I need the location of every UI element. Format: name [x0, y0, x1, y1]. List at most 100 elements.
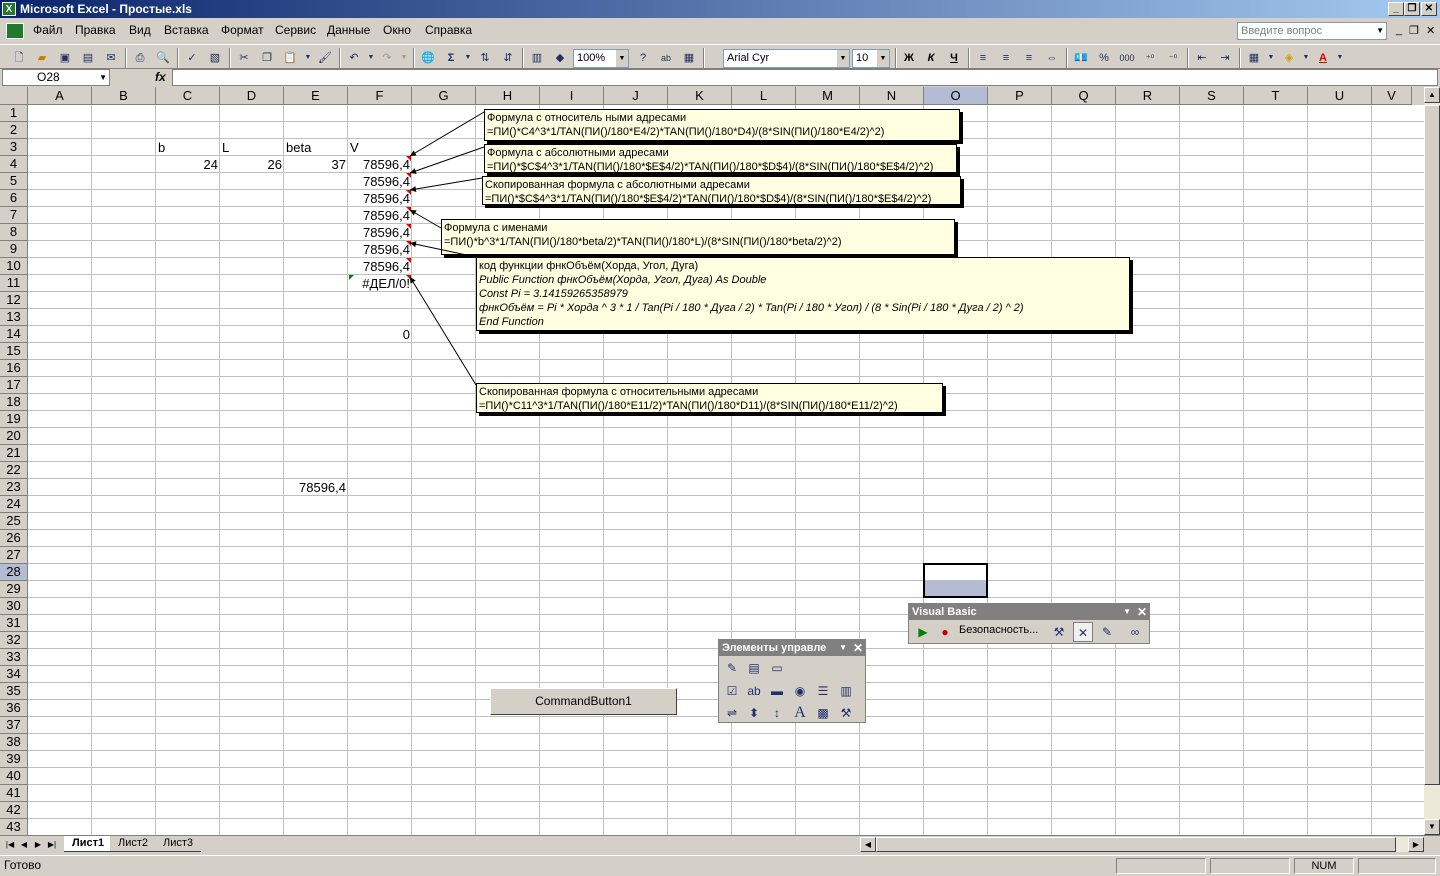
chevron-down-icon[interactable]: ▼	[395, 49, 413, 67]
underline-button[interactable]: Ч	[945, 49, 963, 67]
row-header-25[interactable]: 25	[0, 513, 28, 530]
control-toolbox-icon[interactable]: ✕	[1073, 622, 1093, 642]
row-header-5[interactable]: 5	[0, 173, 28, 190]
vertical-scrollbar[interactable]: ▲ ▼	[1424, 87, 1440, 835]
prev-sheet-icon[interactable]: ◀	[18, 838, 30, 852]
row-header-6[interactable]: 6	[0, 190, 28, 207]
doc-restore-icon[interactable]: ❐	[1409, 24, 1419, 37]
cell-comment[interactable]: Формула с именами =ПИ()*b^3*1/TAN(ПИ()/18…	[441, 219, 955, 255]
percent-button[interactable]: %	[1095, 49, 1113, 67]
cell-f9[interactable]: 78596,4	[350, 241, 410, 258]
column-header-r[interactable]: R	[1116, 87, 1180, 105]
row-header-27[interactable]: 27	[0, 547, 28, 564]
visual-basic-toolbar[interactable]: Visual Basic ▼ ✕ ▶ ● Безопасность... ⚒ ✕ ✎ ∞	[908, 603, 1150, 644]
italic-button[interactable]: К	[922, 49, 940, 67]
thousands-button[interactable]: 000	[1118, 49, 1136, 67]
row-header-36[interactable]: 36	[0, 700, 28, 717]
paste-icon[interactable]: 📋	[281, 49, 299, 67]
row-header-33[interactable]: 33	[0, 649, 28, 666]
row-header-3[interactable]: 3	[0, 139, 28, 156]
align-right-icon[interactable]: ≡	[1020, 49, 1038, 67]
scroll-right-icon[interactable]: ▶	[1408, 837, 1424, 852]
row-header-7[interactable]: 7	[0, 207, 28, 224]
image-control-icon[interactable]: ▩	[813, 703, 833, 723]
cell-comment[interactable]: Формула с относитель ными адресами =ПИ()*…	[484, 109, 960, 141]
row-header-29[interactable]: 29	[0, 581, 28, 598]
chevron-down-icon[interactable]: ▼	[99, 70, 107, 85]
option-button-control-icon[interactable]: ◉	[790, 681, 810, 701]
combobox-control-icon[interactable]: ▥	[836, 681, 856, 701]
column-header-l[interactable]: L	[732, 87, 796, 105]
column-header-q[interactable]: Q	[1052, 87, 1116, 105]
scroll-up-icon[interactable]: ▲	[1424, 87, 1440, 103]
cell-f5[interactable]: 78596,4	[350, 173, 410, 190]
doc-close-icon[interactable]: ✕	[1426, 24, 1435, 37]
formula-input[interactable]	[172, 69, 1438, 86]
cell-e23[interactable]: 78596,4	[286, 479, 346, 496]
checkbox-control-icon[interactable]: ☑	[722, 681, 742, 701]
sort-descending-icon[interactable]: ⇵	[499, 49, 517, 67]
row-header-32[interactable]: 32	[0, 632, 28, 649]
scrollbar-control-icon[interactable]: ↕	[767, 703, 787, 723]
row-header-18[interactable]: 18	[0, 394, 28, 411]
cell-e4[interactable]: 37	[286, 156, 346, 173]
merge-center-icon[interactable]: ⇔	[1043, 49, 1061, 67]
fill-color-icon[interactable]: ◈	[1280, 49, 1298, 67]
menu-help[interactable]: Справка	[425, 23, 472, 37]
row-header-14[interactable]: 14	[0, 326, 28, 343]
row-header-11[interactable]: 11	[0, 275, 28, 292]
drawing-icon[interactable]: ◆	[551, 49, 569, 67]
select-all-corner[interactable]	[0, 87, 28, 105]
row-header-16[interactable]: 16	[0, 360, 28, 377]
cell-comment[interactable]: Формула с абсолютными адресами =ПИ()*$C$4…	[484, 144, 957, 173]
sheet-tab-3[interactable]: Лист3	[155, 836, 202, 852]
listbox-control-icon[interactable]: ☰	[813, 681, 833, 701]
more-controls-icon[interactable]: ⚒	[836, 703, 856, 723]
cell-comment[interactable]: Скопированная формула с абсолютными адре…	[482, 176, 961, 205]
cell-f7[interactable]: 78596,4	[350, 207, 410, 224]
row-header-24[interactable]: 24	[0, 496, 28, 513]
print-icon[interactable]: ⎙	[131, 49, 149, 67]
column-header-e[interactable]: E	[284, 87, 348, 105]
row-header-21[interactable]: 21	[0, 445, 28, 462]
currency-icon[interactable]: 💶	[1072, 49, 1090, 67]
close-icon[interactable]: ✕	[853, 640, 863, 656]
cell-f14[interactable]: 0	[350, 326, 410, 343]
record-macro-icon[interactable]: ●	[935, 622, 955, 642]
menu-insert[interactable]: Вставка	[164, 23, 209, 37]
chevron-down-icon[interactable]: ▼	[1262, 49, 1280, 67]
research-icon[interactable]: ▧	[206, 49, 224, 67]
security-button[interactable]: Безопасность...	[959, 624, 1038, 636]
email-icon[interactable]: ✉	[102, 49, 120, 67]
column-header-h[interactable]: H	[476, 87, 540, 105]
menu-file[interactable]: Файл	[33, 23, 63, 37]
row-header-37[interactable]: 37	[0, 717, 28, 734]
name-box[interactable]: O28 ▼	[2, 69, 110, 86]
column-header-a[interactable]: A	[28, 87, 92, 105]
help-icon[interactable]: ?	[634, 49, 652, 67]
cut-icon[interactable]: ✂	[235, 49, 253, 67]
cell-d4[interactable]: 26	[222, 156, 282, 173]
column-header-t[interactable]: T	[1244, 87, 1308, 105]
chevron-down-icon[interactable]: ▼	[1297, 49, 1315, 67]
column-header-m[interactable]: M	[796, 87, 860, 105]
row-header-22[interactable]: 22	[0, 462, 28, 479]
cell-area[interactable]: b Lbeta V 24 26 37 78596,4 78596,4 78596,4 78596,…	[28, 105, 1424, 835]
sheet-tab-2[interactable]: Лист2	[110, 836, 157, 852]
run-macro-icon[interactable]: ▶	[913, 622, 933, 642]
row-header-35[interactable]: 35	[0, 683, 28, 700]
design-mode-icon[interactable]: ✎	[1097, 622, 1117, 642]
column-header-c[interactable]: C	[156, 87, 220, 105]
column-header-i[interactable]: I	[540, 87, 604, 105]
doc-minimize-icon[interactable]: _	[1396, 24, 1402, 36]
cell-f11[interactable]: #ДЕЛ/0!	[350, 275, 410, 292]
chevron-down-icon[interactable]: ▼	[616, 50, 628, 67]
control-toolbox-toolbar[interactable]: Элементы управле ▼ ✕ ✎ ▤ ▭ ☑ ab ▬ ◉ ☰ ▥ ⇌ ⬍ ↕ A ▩ ⚒	[718, 639, 866, 723]
new-icon[interactable]: 🗋	[10, 49, 28, 67]
textbox-control-icon[interactable]: ab	[744, 681, 764, 701]
scroll-left-icon[interactable]: ◀	[860, 837, 876, 852]
visual-basic-toolbar-title[interactable]: Visual Basic ▼ ✕	[909, 604, 1149, 620]
cell-comment[interactable]: Скопированная формула с относительными а…	[476, 383, 943, 413]
row-header-34[interactable]: 34	[0, 666, 28, 683]
sort-ascending-icon[interactable]: ⇅	[476, 49, 494, 67]
